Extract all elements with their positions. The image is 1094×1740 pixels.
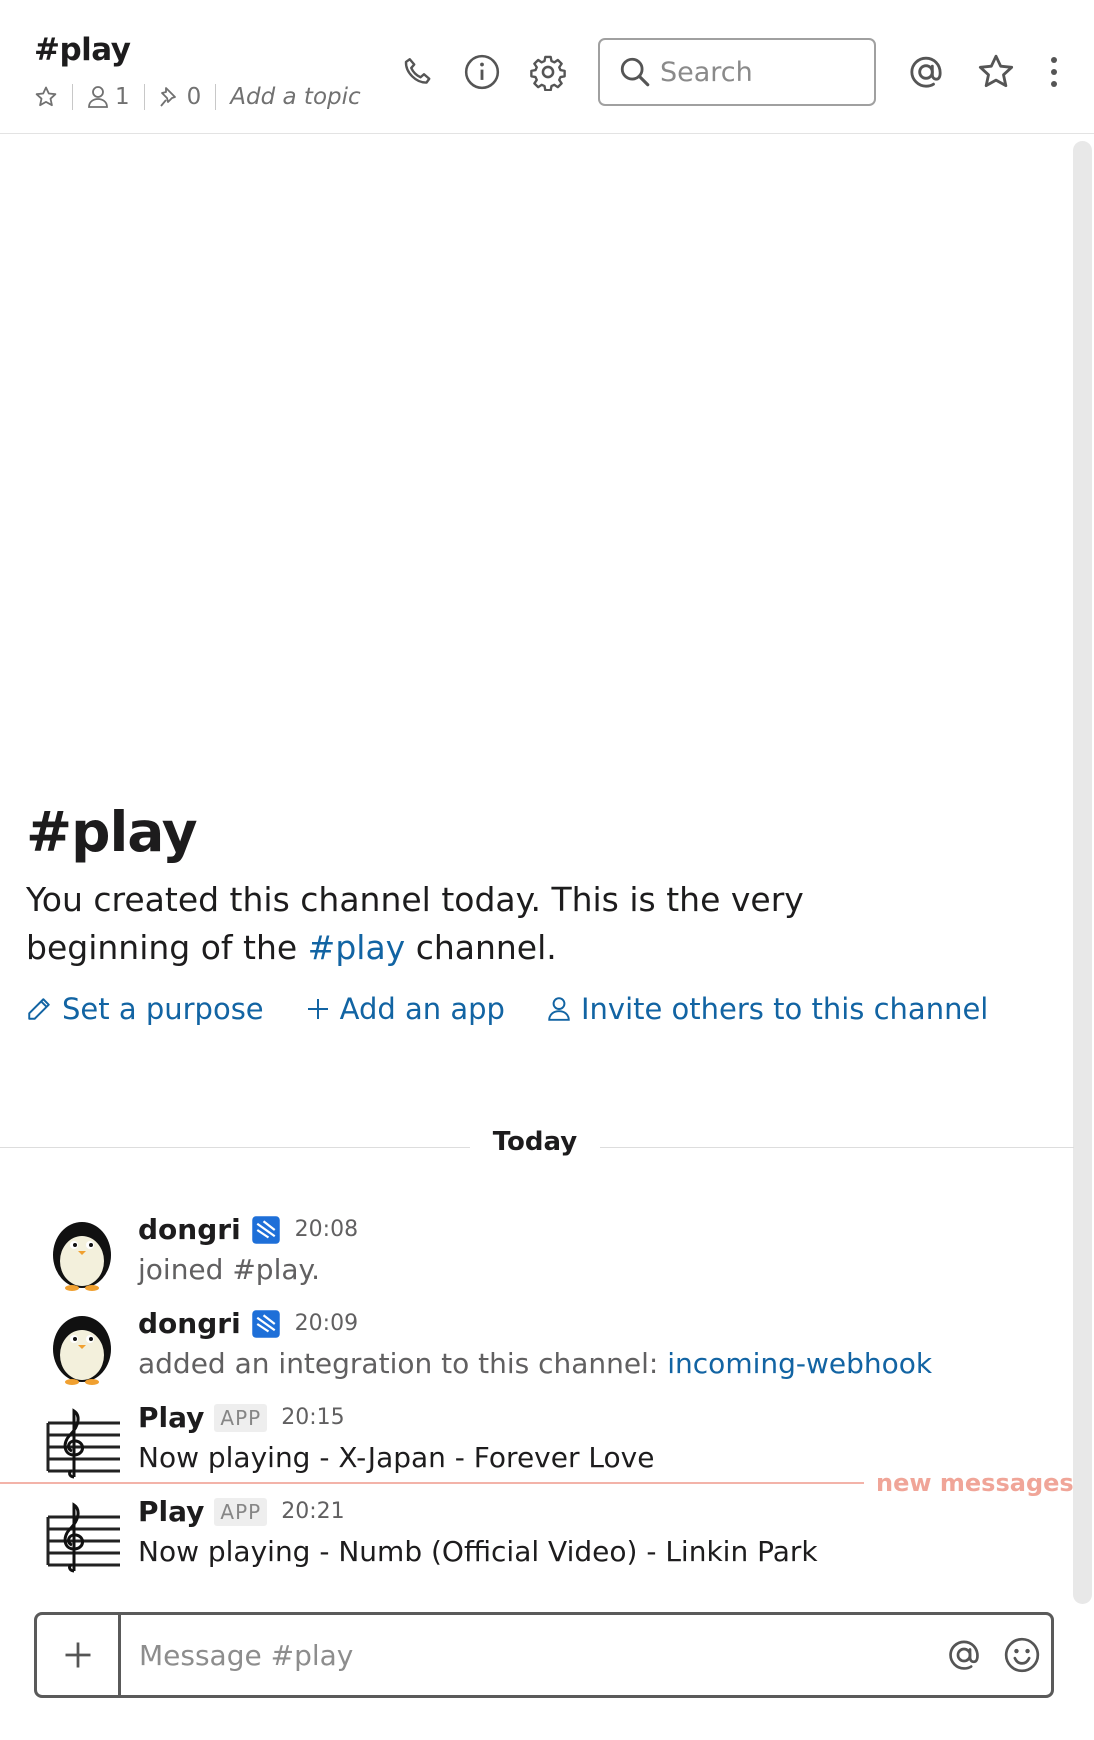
- channel-title[interactable]: #play: [34, 32, 131, 68]
- pinned-count[interactable]: 0: [159, 84, 201, 110]
- penguin-avatar[interactable]: [44, 1215, 120, 1291]
- member-icon: [88, 86, 108, 108]
- message-text: joined #play.: [138, 1253, 320, 1286]
- divider-line: [600, 1147, 1074, 1148]
- person-icon: [548, 997, 570, 1021]
- message-author[interactable]: dongri: [138, 1307, 241, 1340]
- message-composer: [34, 1612, 1054, 1698]
- divider-line: [0, 1147, 470, 1148]
- search-box[interactable]: [598, 38, 876, 106]
- music-staff-avatar[interactable]: [44, 1497, 120, 1573]
- mention-icon[interactable]: [935, 1615, 993, 1695]
- meta-separator: [215, 84, 217, 110]
- message-timestamp[interactable]: 20:08: [295, 1217, 358, 1242]
- phone-icon[interactable]: [396, 50, 440, 94]
- set-purpose-button[interactable]: Set a purpose: [26, 992, 264, 1026]
- channel-meta: 1 0 Add a topic: [34, 84, 361, 110]
- mentions-icon[interactable]: [904, 50, 948, 94]
- invite-others-button[interactable]: Invite others to this channel: [547, 992, 988, 1026]
- channel-link[interactable]: #play: [308, 928, 406, 967]
- add-app-button[interactable]: Add an app: [306, 992, 505, 1026]
- penguin-avatar[interactable]: [44, 1309, 120, 1385]
- message-text: added an integration to this channel: in…: [138, 1347, 933, 1380]
- message-text: Now playing - Numb (Official Video) - Li…: [138, 1535, 818, 1568]
- intro-actions: Set a purpose Add an app Invite others t…: [26, 992, 988, 1026]
- channel-header: #play 1 0 Add a topic: [0, 0, 1094, 134]
- message-text: Now playing - X-Japan - Forever Love: [138, 1441, 655, 1474]
- message-timestamp[interactable]: 20:09: [295, 1311, 358, 1336]
- starred-items-icon[interactable]: [974, 50, 1018, 94]
- member-count[interactable]: 1: [87, 84, 130, 110]
- date-divider-label: Today: [492, 1127, 578, 1157]
- integration-link[interactable]: incoming-webhook: [667, 1347, 932, 1380]
- message-timestamp[interactable]: 20:15: [281, 1405, 344, 1430]
- meta-separator: [143, 84, 145, 110]
- app-badge: APP: [214, 1403, 268, 1432]
- more-options-icon[interactable]: [1040, 50, 1068, 94]
- app-icon: [251, 1309, 280, 1338]
- emoji-icon[interactable]: [993, 1615, 1051, 1695]
- message-item: dongri 20:09 added an integration to thi…: [0, 1295, 1060, 1389]
- message-author[interactable]: dongri: [138, 1213, 241, 1246]
- pin-icon: [159, 87, 176, 107]
- message-author[interactable]: Play: [138, 1401, 204, 1434]
- message-author[interactable]: Play: [138, 1495, 204, 1528]
- info-icon[interactable]: [460, 50, 504, 94]
- meta-separator: [72, 84, 73, 110]
- search-icon: [620, 57, 650, 87]
- gear-icon[interactable]: [526, 50, 570, 94]
- search-input[interactable]: [660, 56, 860, 88]
- message-timestamp[interactable]: 20:21: [281, 1499, 344, 1524]
- pencil-icon: [28, 998, 50, 1020]
- attach-button[interactable]: [37, 1615, 121, 1695]
- plus-icon: [65, 1642, 90, 1668]
- add-topic-link[interactable]: Add a topic: [230, 84, 360, 110]
- app-badge: APP: [214, 1497, 268, 1526]
- intro-title: #play: [26, 800, 198, 864]
- message-item: dongri 20:08 joined #play.: [0, 1201, 1060, 1295]
- plus-icon: [307, 999, 328, 1019]
- intro-description: You created this channel today. This is …: [26, 880, 804, 967]
- message-item: Play APP 20:21 Now playing - Numb (Offic…: [0, 1483, 1060, 1577]
- scrollbar[interactable]: [1073, 141, 1092, 1604]
- star-icon[interactable]: [34, 85, 58, 109]
- message-input[interactable]: [121, 1615, 935, 1695]
- music-staff-avatar[interactable]: [44, 1403, 120, 1479]
- app-icon: [251, 1215, 280, 1244]
